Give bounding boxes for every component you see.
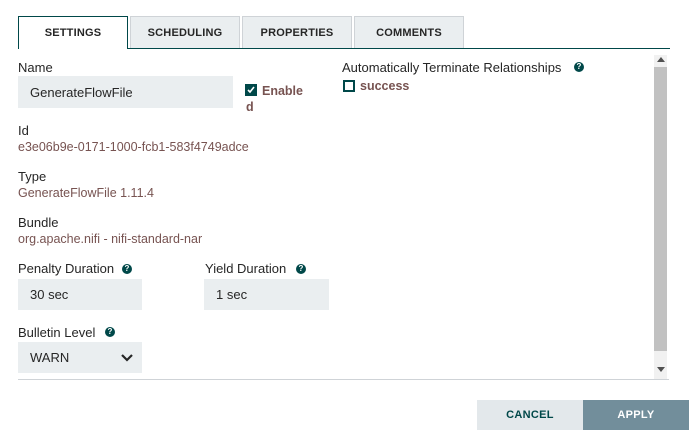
tab-bar: SETTINGS SCHEDULING PROPERTIES COMMENTS [18, 16, 670, 49]
enabled-label-line2: d [246, 100, 254, 114]
tab-comments[interactable]: COMMENTS [354, 16, 464, 48]
cancel-button[interactable]: CANCEL [477, 400, 583, 430]
checkmark-icon [247, 86, 255, 94]
type-value: GenerateFlowFile 1.11.4 [18, 186, 154, 200]
penalty-duration-label: Penalty Duration [18, 261, 115, 276]
penalty-help-icon[interactable]: ? [122, 264, 132, 274]
tab-properties[interactable]: PROPERTIES [242, 16, 352, 48]
yield-help-icon[interactable]: ? [296, 264, 306, 274]
scroll-down-arrow-icon[interactable] [657, 367, 665, 372]
bundle-value: org.apache.nifi - nifi-standard-nar [18, 232, 203, 246]
apply-button[interactable]: APPLY [583, 400, 689, 430]
id-label: Id [18, 123, 29, 138]
tab-settings[interactable]: SETTINGS [18, 16, 128, 49]
name-field[interactable] [18, 76, 233, 108]
bulletin-level-value: WARN [30, 350, 70, 365]
auto-terminate-label: Automatically Terminate Relationships [342, 60, 562, 75]
auto-terminate-help-icon[interactable]: ? [574, 62, 584, 72]
name-label: Name [18, 60, 53, 75]
settings-panel: Name Enable d Id e3e06b9e-0171-1000-fcb1… [18, 49, 669, 379]
id-value: e3e06b9e-0171-1000-fcb1-583f4749adce [18, 140, 249, 154]
success-relationship-label: success [360, 79, 410, 93]
scroll-up-arrow-icon[interactable] [657, 57, 665, 62]
bulletin-help-icon[interactable]: ? [105, 327, 115, 337]
enabled-checkbox[interactable] [245, 84, 257, 96]
chevron-down-icon [121, 354, 133, 362]
success-relationship-checkbox[interactable] [343, 80, 355, 92]
yield-duration-label: Yield Duration [205, 261, 287, 276]
bulletin-level-select[interactable]: WARN [18, 342, 142, 373]
tab-scheduling[interactable]: SCHEDULING [130, 16, 240, 48]
yield-duration-field[interactable] [204, 279, 329, 310]
enabled-label-line1: Enable [262, 84, 303, 98]
bulletin-level-label: Bulletin Level [18, 325, 96, 340]
penalty-duration-field[interactable] [18, 279, 142, 310]
type-label: Type [18, 169, 47, 184]
scrollbar-thumb[interactable] [654, 67, 667, 351]
panel-bottom-divider [18, 379, 669, 380]
bundle-label: Bundle [18, 215, 59, 230]
